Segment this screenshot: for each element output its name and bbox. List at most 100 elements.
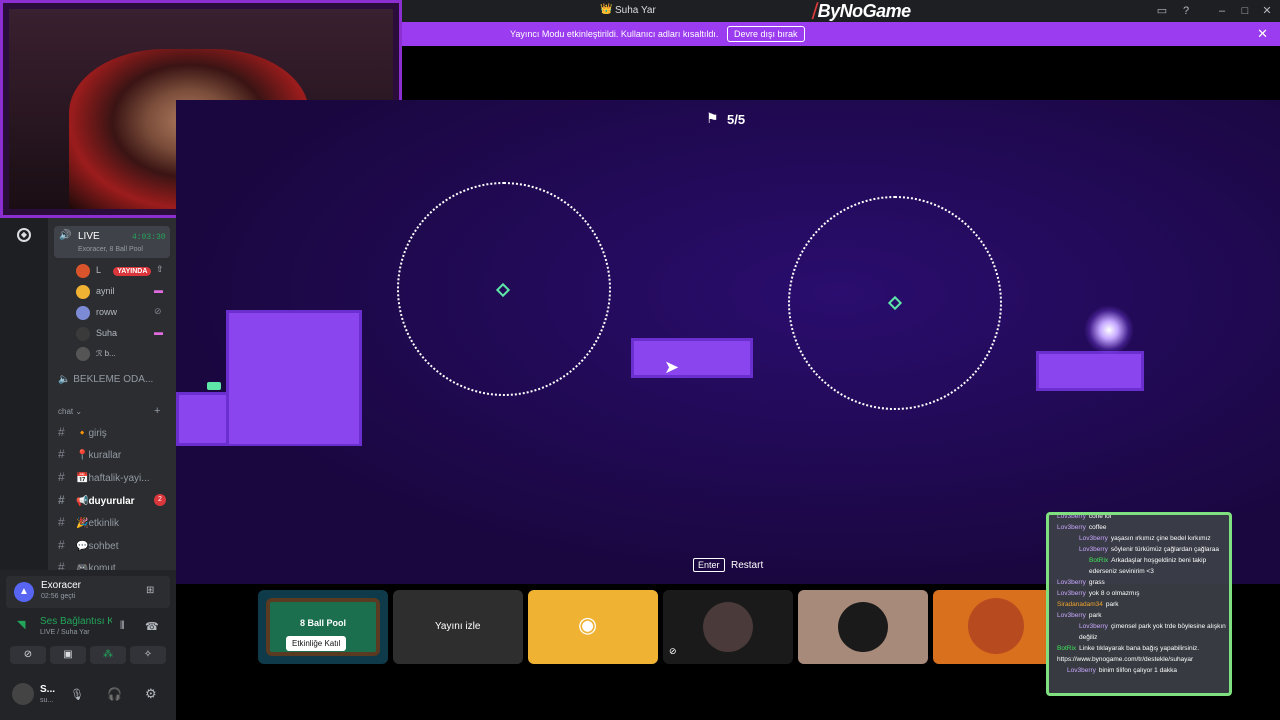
screen-share-icon: ⇧ — [156, 264, 164, 274]
chat-message: Lov3berry yaşasın ırkımız çine bedel kırk… — [1079, 535, 1211, 542]
signal-icon: ◥ — [17, 619, 26, 631]
activity-icon: ▬ — [154, 327, 163, 337]
category-chat[interactable]: chat ⌄ — [58, 407, 82, 416]
chat-message: Siradanadam34 park — [1057, 601, 1119, 608]
tile-8-ball-pool[interactable]: 8 Ball Pool Etkinliğe Katıl — [258, 590, 388, 664]
enter-key: Enter — [693, 558, 725, 572]
banner-close-icon[interactable]: ✕ — [1257, 26, 1268, 42]
chat-messages: Lov3berry coffe lol Lov3berry coffee Lov3b… — [1049, 513, 1229, 676]
tile-stream[interactable]: Yayını izle — [393, 590, 523, 664]
speaker-icon: 🔈 — [58, 374, 71, 385]
chat-message: Lov3berry yok 8 o olmazmış — [1057, 590, 1140, 597]
activity-time: 02:56 geçti — [41, 593, 76, 600]
chat-message: Lov3berry çimensel park yok trde böylesin… — [1079, 623, 1226, 641]
activities-button[interactable]: ⁂ — [90, 646, 126, 664]
game-header-strip — [402, 46, 1280, 100]
game-controller-icon[interactable]: ⊞ — [146, 585, 154, 596]
inbox-icon[interactable]: ▭ — [1155, 4, 1169, 18]
cursor-icon: ➤ — [664, 357, 680, 377]
channel-giris[interactable]: # 🔸giriş — [58, 422, 168, 442]
unread-badge: 2 — [154, 494, 166, 506]
muted-mic-icon: ⊘ — [154, 306, 162, 316]
activities-icon: ⁂ — [103, 649, 113, 660]
activity-icon: ▬ — [154, 285, 163, 295]
watch-stream-button[interactable]: Yayını izle — [435, 621, 480, 632]
channel-duyurular[interactable]: # 📢duyurular — [58, 490, 168, 510]
chat-message: Lov3berry binim tilifon çalıyor 1 dakka — [1067, 667, 1177, 674]
disconnect-icon[interactable]: ☎ — [145, 620, 159, 633]
tile-discord-user[interactable]: ◉ — [528, 590, 658, 664]
soundboard-icon: ✧ — [143, 649, 153, 660]
chat-message: BotRix Arkadaşlar hoşgeldiniz beni takip … — [1089, 557, 1207, 575]
finish-glow — [1084, 305, 1134, 355]
speaker-icon: 🔊 — [59, 230, 72, 241]
compass-icon[interactable]: ◆ — [17, 228, 31, 242]
game-icon: ▲ — [14, 582, 34, 602]
channel-etkinlik[interactable]: # 🎉etkinlik — [58, 512, 168, 532]
voice-user[interactable]: ℛ b... — [76, 344, 168, 364]
username: S... — [40, 684, 56, 695]
camera-off-button[interactable]: ⊘ — [10, 646, 46, 664]
chat-message: Lov3berry grass — [1057, 579, 1105, 586]
live-badge: YAYINDA — [113, 267, 152, 276]
chat-message: Lov3berry söylenir türkümüz çağlardan çağ… — [1079, 546, 1219, 553]
live-timer: 4:03:30 — [132, 233, 166, 242]
discord-logo-icon: ◉ — [578, 612, 598, 637]
maximize-icon[interactable]: □ — [1238, 4, 1252, 18]
add-channel-icon[interactable]: + — [154, 405, 160, 417]
tile-user[interactable]: ⊘ — [663, 590, 793, 664]
headphones-icon[interactable]: 🎧 — [107, 687, 122, 701]
waiting-room-channel[interactable]: 🔈 BEKLEME ODA... — [58, 374, 153, 385]
noise-icon[interactable]: ⫴ — [120, 620, 125, 633]
platform — [631, 338, 753, 378]
settings-gear-icon[interactable]: ⚙ — [145, 686, 157, 702]
channel-sohbet[interactable]: # 💬sohbet — [58, 535, 168, 555]
channel-komut[interactable]: # 🎮komut — [58, 557, 168, 570]
flag-icon: ⚑ — [706, 110, 719, 126]
platform — [226, 310, 362, 444]
tile-user[interactable] — [798, 590, 928, 664]
avatar — [703, 602, 753, 652]
chat-message: BotRix Linke tıklayarak bana bağış yapabi… — [1057, 645, 1200, 663]
server-rail: ◆ — [0, 218, 48, 570]
disable-button[interactable]: Devre dışı bırak — [727, 26, 805, 42]
player-car — [207, 382, 221, 390]
chat-message: Lov3berry coffe lol — [1057, 513, 1112, 520]
activity-card[interactable]: ▲ Exoracer 02:56 geçti ⊞ — [6, 576, 170, 608]
avatar — [968, 598, 1024, 654]
live-label: LIVE — [78, 231, 100, 242]
live-voice-channel[interactable]: 🔊 LIVE 4:03:30 Exoracer, 8 Ball Pool — [54, 226, 170, 258]
help-icon[interactable]: ? — [1179, 4, 1193, 18]
tile-user[interactable] — [933, 590, 1046, 664]
pool-title: 8 Ball Pool — [300, 618, 347, 628]
stream-chat-overlay: Lov3berry coffe lol Lov3berry coffee Lov3b… — [1046, 512, 1232, 696]
muted-icon: ⊘ — [669, 646, 677, 656]
minimize-icon[interactable]: – — [1215, 4, 1229, 18]
voice-user[interactable]: L YAYINDA — [76, 260, 168, 280]
chat-message: Lov3berry park — [1057, 612, 1102, 619]
streamer-mode-banner: Yayıncı Modu etkinleştirildi. Kullanıcı … — [402, 22, 1280, 46]
channel-kurallar[interactable]: # 📍kurallar — [58, 444, 168, 464]
camera-off-icon: ⊘ — [23, 649, 33, 660]
user-title-icon: 👑 — [600, 4, 613, 15]
join-activity-button[interactable]: Etkinliğe Katıl — [286, 636, 347, 651]
flag-counter: 5/5 — [727, 112, 746, 127]
screen-share-icon: ▣ — [63, 649, 73, 660]
microphone-icon[interactable]: 🎙 — [70, 688, 84, 701]
restart-label[interactable]: Restart — [731, 560, 763, 571]
user-panel: ▲ Exoracer 02:56 geçti ⊞ ◥ Ses Bağlantıs… — [0, 570, 176, 720]
chat-message: Lov3berry coffee — [1057, 524, 1107, 531]
voice-status[interactable]: Ses Bağlantısı K — [40, 616, 112, 627]
soundboard-button[interactable]: ✧ — [130, 646, 166, 664]
live-activity: Exoracer, 8 Ball Pool — [78, 246, 143, 253]
close-icon[interactable]: ✕ — [1260, 4, 1274, 18]
banner-message: Yayıncı Modu etkinleştirildi. Kullanıcı … — [510, 29, 719, 39]
finish-platform — [1036, 351, 1144, 391]
user-status: su... — [40, 697, 54, 704]
avatar[interactable] — [12, 683, 34, 705]
screen-share-button[interactable]: ▣ — [50, 646, 86, 664]
bynogame-logo: ⧸ByNoGame — [812, 1, 911, 21]
voice-channel-path[interactable]: LIVE / Suha Yar — [40, 629, 90, 636]
channel-haftalik[interactable]: # 📅haftalik-yayi... — [58, 467, 168, 487]
window-title: Suha Yar — [615, 5, 656, 16]
